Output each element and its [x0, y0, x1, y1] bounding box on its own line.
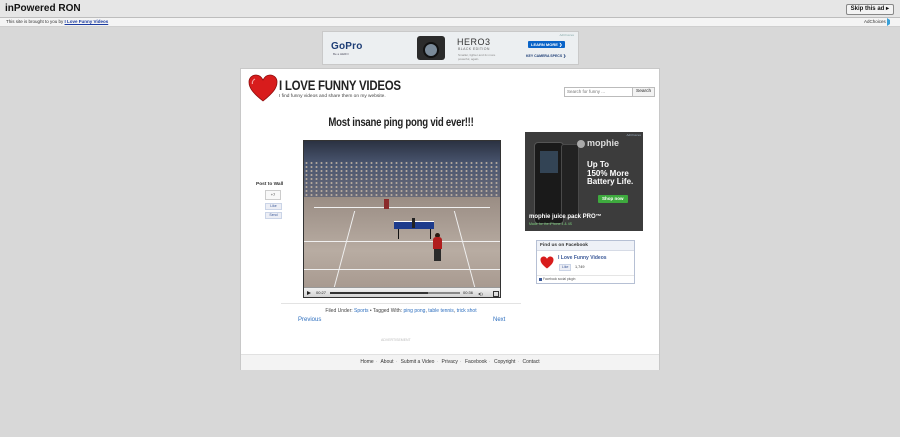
player-near-legs	[434, 249, 441, 261]
footer-link-contact[interactable]: Contact	[522, 359, 539, 365]
facebook-plugin-label: Facebook social plugin	[537, 275, 634, 283]
mophie-side-ad[interactable]: AdChoices mophie Up To 150% More Battery L…	[525, 132, 643, 231]
footer-separator: ·	[375, 359, 378, 365]
search-button[interactable]: Search	[632, 87, 656, 97]
player-near	[433, 237, 442, 249]
site-title[interactable]: I LOVE FUNNY VIDEOS	[279, 78, 401, 93]
product-note: Made for the iPhone 4 & 4S	[529, 222, 572, 226]
table-leg	[430, 229, 431, 239]
category-link[interactable]: Sports	[354, 308, 368, 314]
volume-icon[interactable]: ◂))	[478, 291, 483, 296]
court-line	[314, 207, 490, 208]
gopro-sub: Be a HERO	[333, 52, 349, 56]
previous-post-link[interactable]: Previous	[298, 317, 321, 323]
footer-separator: ·	[517, 359, 520, 365]
fullscreen-icon[interactable]	[493, 291, 499, 297]
facebook-page-name[interactable]: I Love Funny Videos	[558, 255, 607, 261]
product-edition: BLACK EDITION	[458, 47, 490, 51]
product-text: Smaller, lighter and 2x more powerful, a…	[458, 53, 496, 61]
site-tagline: I find funny videos and share them on my…	[279, 94, 386, 99]
court-line	[304, 241, 500, 242]
phone-case-image	[561, 144, 579, 218]
skip-ad-button[interactable]: Skip this ad ▸	[845, 4, 894, 15]
duration: 00:36	[463, 290, 474, 295]
ad-headline: Up To 150% More Battery Life.	[587, 160, 634, 187]
sponsor-text: This site is brought to you by	[6, 19, 64, 24]
search-input[interactable]	[564, 87, 634, 97]
seek-progress	[330, 292, 428, 294]
fb-like-button[interactable]: Like	[265, 203, 282, 210]
advertisement-label: ADVERTISEMENT	[381, 338, 411, 342]
learn-more-button[interactable]: LEARN MORE ❯	[528, 41, 566, 48]
shop-now-button[interactable]: Shop now	[598, 195, 628, 203]
gopro-banner-ad[interactable]: AdChoices GoPro Be a HERO HERO3 BLACK ED…	[322, 31, 579, 65]
video-controls: 00:27 00:36 ◂))	[304, 287, 500, 297]
product-name: HERO3	[457, 37, 491, 47]
post-title[interactable]: Most insane ping pong vid ever!!!	[323, 115, 480, 129]
facebook-icon	[539, 277, 542, 281]
filed-under-label: Filed Under:	[325, 308, 353, 314]
table-net	[412, 218, 415, 228]
plugin-text: Facebook social plugin	[543, 277, 576, 281]
tag-link[interactable]: ping pong	[403, 308, 425, 314]
adchoices-label: AdChoices	[863, 19, 886, 25]
facebook-like-count: 1,749	[575, 265, 585, 269]
ad-network-brand: inPowered RON	[5, 3, 81, 14]
post-to-wall-label: Post to Wall	[256, 182, 284, 187]
mophie-logo: mophie	[587, 138, 620, 148]
facebook-box-header: Find us on Facebook	[537, 241, 634, 251]
key-specs-link[interactable]: KEY CAMERA SPECS ❯	[526, 54, 566, 58]
footer-link-home[interactable]: Home	[360, 359, 373, 365]
post-meta: Filed Under: Sports • Tagged With: ping …	[281, 303, 521, 314]
fb-send-button[interactable]: Send	[265, 212, 282, 219]
footer-link-submit[interactable]: Submit a Video	[401, 359, 435, 365]
footer-separator: ·	[436, 359, 439, 365]
ad-top-bar: inPowered RON Skip this ad ▸	[0, 0, 900, 18]
heart-page-icon[interactable]	[540, 256, 554, 269]
play-icon[interactable]	[307, 291, 311, 295]
facebook-like-button[interactable]: Like	[559, 264, 572, 271]
footer-link-privacy[interactable]: Privacy	[441, 359, 457, 365]
ad-tag[interactable]: AdChoices	[626, 133, 641, 137]
adchoices-link[interactable]: AdChoices	[864, 18, 894, 26]
headline-line: Battery Life.	[587, 177, 634, 186]
adchoices-icon	[887, 18, 894, 26]
sponsor-link[interactable]: I Love Funny Videos	[65, 19, 109, 24]
seek-bar[interactable]	[330, 292, 460, 294]
video-player[interactable]: 00:27 00:36 ◂))	[303, 140, 501, 298]
tag-link[interactable]: trick shot	[457, 308, 477, 314]
footer-separator: ·	[395, 359, 398, 365]
footer-link-copyright[interactable]: Copyright	[494, 359, 515, 365]
ad-sub-bar: This site is brought to you by I Love Fu…	[0, 18, 900, 27]
footer-link-about[interactable]: About	[380, 359, 393, 365]
sponsor-message: This site is brought to you by I Love Fu…	[6, 18, 108, 26]
tag-link[interactable]: table tennis	[428, 308, 454, 314]
footer-separator: ·	[459, 359, 462, 365]
phone-image	[534, 142, 564, 224]
phone-screen	[540, 151, 558, 173]
heart-logo-icon[interactable]	[248, 74, 278, 102]
share-count: +7	[265, 190, 281, 200]
ad-tag[interactable]: AdChoices	[559, 33, 574, 37]
camera-lens	[423, 42, 439, 58]
footer-separator: ·	[488, 359, 491, 365]
footer-link-facebook[interactable]: Facebook	[465, 359, 487, 365]
camera-image	[417, 36, 445, 60]
share-widget: Post to Wall +7 Like Send	[256, 182, 290, 219]
product-name: mophie juice pack PRO™	[529, 214, 602, 220]
site-footer: Home · About · Submit a Video · Privacy · Fa…	[241, 354, 659, 370]
video-crowd-detail	[304, 161, 500, 197]
player-far	[384, 199, 389, 209]
gopro-logo: GoPro	[331, 41, 363, 52]
current-time: 00:27	[316, 290, 327, 295]
facebook-like-box: Find us on Facebook I Love Funny Videos …	[536, 240, 635, 284]
tagged-label: • Tagged With:	[369, 308, 403, 314]
table-leg	[398, 229, 399, 239]
site-page: I LOVE FUNNY VIDEOS I find funny videos …	[240, 68, 660, 370]
mophie-logo-icon	[577, 140, 585, 148]
next-post-link[interactable]: Next	[493, 317, 505, 323]
